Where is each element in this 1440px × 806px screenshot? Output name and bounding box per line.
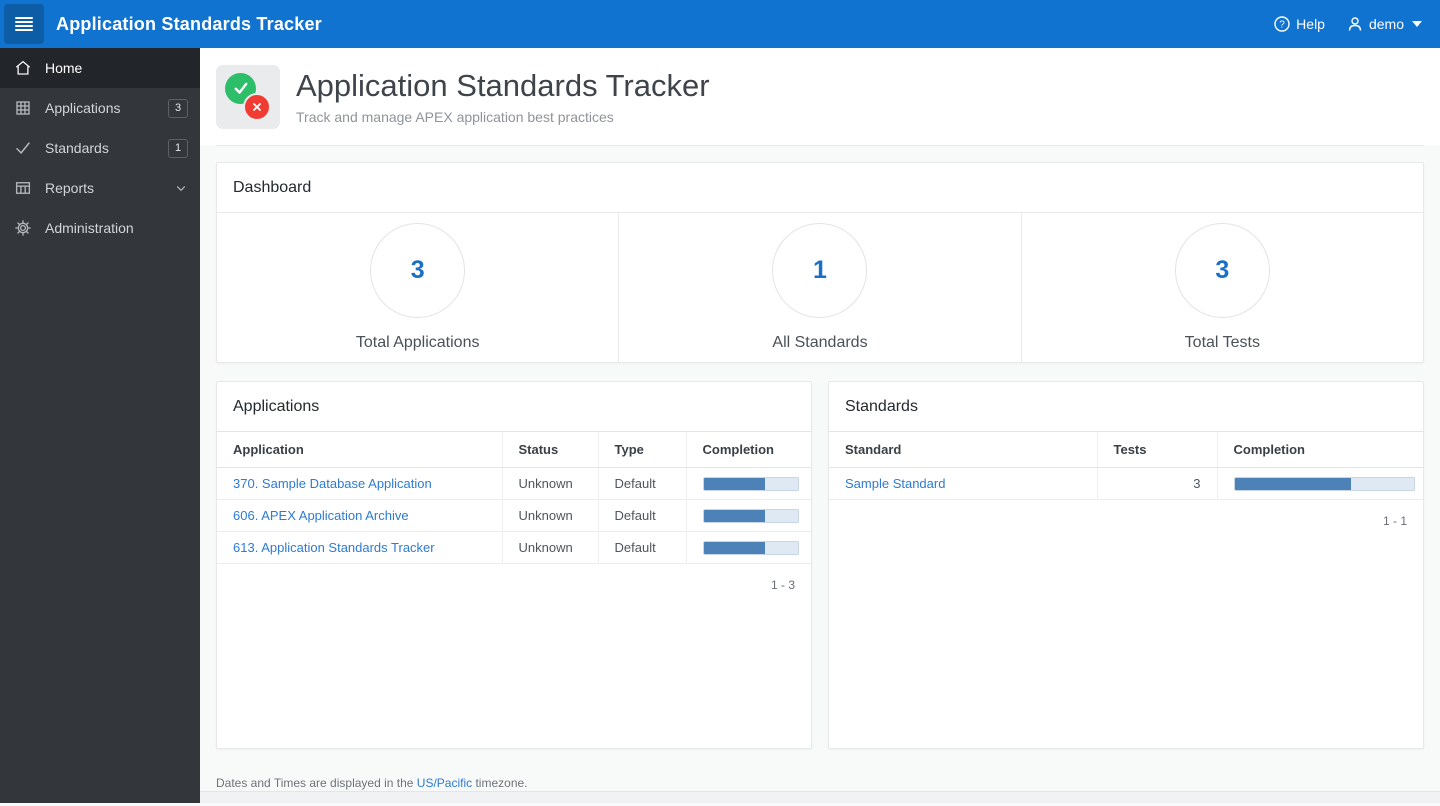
hamburger-menu-button[interactable] — [4, 4, 44, 44]
user-name: demo — [1369, 16, 1404, 32]
completion-progress-bar — [703, 541, 799, 555]
standard-link[interactable]: Sample Standard — [845, 476, 945, 491]
timezone-link[interactable]: US/Pacific — [417, 776, 472, 790]
table-row: 613. Application Standards Tracker Unkno… — [217, 532, 811, 564]
dashboard-region: Dashboard 3 Total Applications 1 All Sta… — [216, 162, 1424, 363]
column-header-completion: Completion — [686, 432, 811, 468]
check-icon — [14, 139, 32, 157]
metric-all-standards: 1 All Standards — [618, 213, 1020, 362]
gear-icon — [14, 219, 32, 237]
grid-icon — [14, 99, 32, 117]
status-cell: Unknown — [502, 500, 598, 532]
hamburger-icon — [15, 17, 33, 19]
applications-count-badge: 3 — [168, 99, 188, 118]
column-header-status: Status — [502, 432, 598, 468]
metric-value: 1 — [813, 256, 827, 285]
table-row: Sample Standard 3 — [829, 468, 1423, 500]
sidebar-item-reports[interactable]: Reports — [0, 168, 200, 208]
app-title: Application Standards Tracker — [56, 14, 322, 35]
completion-progress-bar — [703, 477, 799, 491]
type-cell: Default — [598, 468, 686, 500]
type-cell: Default — [598, 500, 686, 532]
metric-label: Total Tests — [1185, 334, 1260, 352]
application-link[interactable]: 370. Sample Database Application — [233, 476, 432, 491]
completion-progress-bar — [1234, 477, 1415, 491]
applications-region-title: Applications — [217, 382, 811, 431]
table-header-row: Application Status Type Completion — [217, 432, 811, 468]
applications-region: Applications Application Status Type Com… — [216, 381, 812, 749]
page-body: Dashboard 3 Total Applications 1 All Sta… — [200, 146, 1440, 806]
table-header-row: Standard Tests Completion — [829, 432, 1423, 468]
metric-circle: 1 — [772, 223, 867, 318]
sidebar-item-label: Applications — [45, 100, 121, 116]
page-subtitle: Track and manage APEX application best p… — [296, 109, 710, 125]
table-row: 370. Sample Database Application Unknown… — [217, 468, 811, 500]
column-header-tests: Tests — [1097, 432, 1217, 468]
column-header-standard: Standard — [829, 432, 1097, 468]
chevron-down-icon — [174, 181, 188, 195]
metric-value: 3 — [411, 256, 425, 285]
completion-progress-bar — [703, 509, 799, 523]
dashboard-metrics: 3 Total Applications 1 All Standards 3 T… — [217, 212, 1423, 362]
dashboard-region-title: Dashboard — [217, 163, 1423, 212]
tests-cell: 3 — [1097, 468, 1217, 500]
sidebar-item-administration[interactable]: Administration — [0, 208, 200, 248]
user-menu[interactable]: demo — [1347, 16, 1422, 32]
standards-count-badge: 1 — [168, 139, 188, 158]
user-icon — [1347, 16, 1363, 32]
x-circle-icon — [243, 93, 271, 121]
sidebar-item-standards[interactable]: Standards 1 — [0, 128, 200, 168]
applications-table: Application Status Type Completion 370. … — [217, 431, 811, 564]
standards-region: Standards Standard Tests Completion Samp… — [828, 381, 1424, 749]
sidebar-item-home[interactable]: Home — [0, 48, 200, 88]
application-link[interactable]: 613. Application Standards Tracker — [233, 540, 435, 555]
topbar-actions: ? Help demo — [1274, 16, 1440, 32]
page-footer-strip — [200, 791, 1440, 803]
sidebar-item-label: Reports — [45, 180, 94, 196]
column-header-application: Application — [217, 432, 502, 468]
applications-pagination: 1 - 3 — [217, 564, 811, 606]
sidebar-navigation: Home Applications 3 Standards 1 Reports — [0, 48, 200, 803]
sidebar-item-label: Administration — [45, 220, 134, 236]
sidebar-item-label: Standards — [45, 140, 109, 156]
home-icon — [14, 59, 32, 77]
table-icon — [14, 179, 32, 197]
svg-text:?: ? — [1279, 20, 1285, 31]
type-cell: Default — [598, 532, 686, 564]
help-icon: ? — [1274, 16, 1290, 32]
sidebar-item-label: Home — [45, 60, 82, 76]
metric-total-applications: 3 Total Applications — [217, 213, 618, 362]
standards-table: Standard Tests Completion Sample Standar… — [829, 431, 1423, 500]
page-header: Application Standards Tracker Track and … — [200, 48, 1440, 145]
metric-label: All Standards — [772, 334, 867, 352]
timezone-note: Dates and Times are displayed in the US/… — [216, 776, 1424, 790]
metric-total-tests: 3 Total Tests — [1021, 213, 1423, 362]
metric-circle: 3 — [1175, 223, 1270, 318]
chevron-down-icon — [1412, 21, 1422, 27]
metric-circle: 3 — [370, 223, 465, 318]
metric-value: 3 — [1215, 256, 1229, 285]
metric-label: Total Applications — [356, 334, 480, 352]
app-logo-icon — [216, 65, 280, 129]
sidebar-item-applications[interactable]: Applications 3 — [0, 88, 200, 128]
standards-pagination: 1 - 1 — [829, 500, 1423, 542]
status-cell: Unknown — [502, 532, 598, 564]
standards-region-title: Standards — [829, 382, 1423, 431]
application-link[interactable]: 606. APEX Application Archive — [233, 508, 409, 523]
column-header-type: Type — [598, 432, 686, 468]
help-link[interactable]: ? Help — [1274, 16, 1325, 32]
main-content: Application Standards Tracker Track and … — [200, 48, 1440, 803]
column-header-completion: Completion — [1217, 432, 1423, 468]
status-cell: Unknown — [502, 468, 598, 500]
page-title: Application Standards Tracker — [296, 68, 710, 104]
top-navigation-bar: Application Standards Tracker ? Help dem… — [0, 0, 1440, 48]
table-row: 606. APEX Application Archive Unknown De… — [217, 500, 811, 532]
